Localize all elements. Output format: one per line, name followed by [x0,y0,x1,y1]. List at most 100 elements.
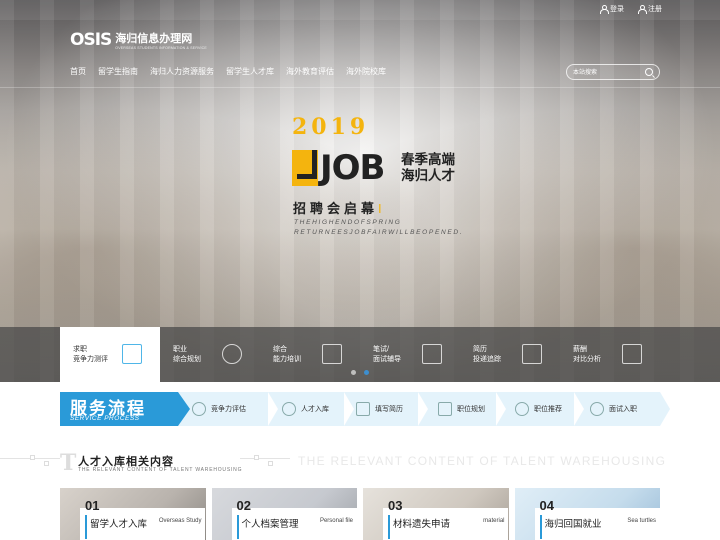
strip-label-l2: 竞争力测评 [73,355,108,363]
card-title: 材料遗失申请 [393,519,451,530]
strip-item-career-plan[interactable]: 职业 综合规划 [160,327,260,382]
chevron-divider [344,392,354,426]
chevron-divider [574,392,584,426]
banner-en-line2: RETURNEESJOBFAIRWILLBEOPENED. [294,229,464,236]
logo-mark: OSIS [70,30,112,50]
card-number: 02 [236,498,251,539]
strip-item-training[interactable]: 综合 能力培训 [260,327,360,382]
strip-label-l2: 能力培训 [273,355,301,363]
process-step[interactable]: 职位推荐 [515,392,562,426]
service-process-bar: 服务流程 SERVICE PROCESS 竞争力评估 人才入库 填写简历 职位规… [60,392,670,426]
chevron-divider [268,392,278,426]
process-step[interactable]: 填写简历 [356,392,403,426]
process-step[interactable]: 职位规划 [438,392,485,426]
card-number: 04 [539,498,554,539]
decor-node [30,455,35,460]
banner-title-text: 招聘会启幕 [293,201,379,216]
section-letter: T [60,450,77,476]
bar-chart-icon [622,344,642,364]
person-tie-icon [590,402,604,416]
card-personal-file[interactable]: 02 个人档案管理 Personal file [211,488,357,540]
search-icon[interactable] [645,68,653,76]
strip-item-competitiveness[interactable]: 求职 竞争力测评 [60,327,160,382]
nav-school-db[interactable]: 海外院校库 [346,66,386,77]
process-step-label: 面试入职 [609,406,637,413]
banner-job-logo: JOB [292,148,400,188]
register-link[interactable]: 注册 [638,4,662,14]
card-material[interactable]: 03 材料遗失申请 material [363,488,509,540]
user-assess-icon [192,402,206,416]
carousel-dots [351,370,369,375]
search-box [566,64,660,80]
process-heading: 服务流程 SERVICE PROCESS [60,392,190,426]
strip-item-resume-tracking[interactable]: 简历 投递追踪 [460,327,560,382]
decor-node [268,461,273,466]
nav-divider [0,87,720,88]
decor-node [44,461,49,466]
presentation-icon [522,344,542,364]
strip-item-interview[interactable]: 笔试/面试辅导 [360,327,460,382]
process-title-en: SERVICE PROCESS [70,415,140,422]
banner-cursor: I [378,201,386,216]
process-step[interactable]: 面试入职 [590,392,637,426]
banner-en-line1: THEHIGHENDOFSPRING [294,219,402,226]
carousel-dot[interactable] [351,370,356,375]
login-label: 登录 [610,6,624,13]
strip-label-l1: 综合 [273,345,287,353]
section-title-en: THE RELEVANT CONTENT OF TALENT WAREHOUSI… [78,467,243,473]
target-icon [282,402,296,416]
card-sea-turtles[interactable]: 04 海归回国就业 Sea turtles [514,488,660,540]
nav-education-eval[interactable]: 海外教育评估 [286,66,334,77]
card-overseas-study[interactable]: 01 留学人才入库 Overseas Study [60,488,206,540]
user-add-icon [638,5,647,14]
strip-label-l2: 对比分析 [573,355,601,363]
job-j-block [292,150,318,186]
banner-year: 2019 [292,114,370,140]
carousel-dot-active[interactable] [364,370,369,375]
banner-tag-line1: 春季高端 [401,152,455,167]
top-links: 登录 注册 [600,4,662,14]
strip-label-l1: 求职 [73,345,87,353]
chevron-divider [496,392,506,426]
document-icon [322,344,342,364]
chart-board-icon [438,402,452,416]
card-title: 海归回国就业 [544,519,602,530]
login-link[interactable]: 登录 [600,4,624,14]
nav-hr-service[interactable]: 海归人力资源服务 [150,66,214,77]
card-subtitle: Overseas Study [158,518,202,524]
banner-title: 招聘会启幕I [293,198,386,217]
process-step[interactable]: 竞争力评估 [192,392,246,426]
search-input[interactable] [573,68,643,77]
strip-label-l2: 综合规划 [173,355,201,363]
process-step-label: 人才入库 [301,406,329,413]
card-subtitle: Personal file [319,518,353,524]
process-step-label: 职位规划 [457,406,485,413]
banner-tag-line2: 海归人才 [401,168,455,183]
card-subtitle: material [483,518,505,524]
nav-study-guide[interactable]: 留学生指南 [98,66,138,77]
strip-label-l1: 笔试/ [373,345,389,353]
logo-name-en: OVERSEAS STUDENTS INFORMATION & SERVICE [115,46,207,50]
user-icon [600,5,609,14]
nav-talent-pool[interactable]: 留学生人才库 [226,66,274,77]
process-step[interactable]: 人才入库 [282,392,329,426]
site-logo[interactable]: OSIS 海归信息办理网 OVERSEAS STUDENTS INFORMATI… [70,30,207,50]
banner-tagline: 春季高端 海归人才 [401,152,455,184]
process-step-label: 填写简历 [375,406,403,413]
card-number: 01 [85,498,100,539]
checklist-icon [122,344,142,364]
talent-cards: 01 留学人才入库 Overseas Study 02 个人档案管理 Perso… [60,488,660,540]
card-subtitle: Sea turtles [627,518,656,524]
nav-home[interactable]: 首页 [70,66,86,77]
hero-banner [0,0,720,382]
banner-en-text: THEHIGHENDOFSPRING RETURNEESJOBFAIRWILLB… [294,218,463,238]
strip-label-l1: 薪酬 [573,345,587,353]
process-arrow-end [660,392,670,426]
decor-line [240,458,290,459]
chevron-divider [418,392,428,426]
strip-label-l2: 面试辅导 [373,355,401,363]
register-label: 注册 [648,6,662,13]
process-step-label: 竞争力评估 [211,406,246,413]
strip-item-salary[interactable]: 薪酬 对比分析 [560,327,660,382]
pie-chart-icon [222,344,242,364]
